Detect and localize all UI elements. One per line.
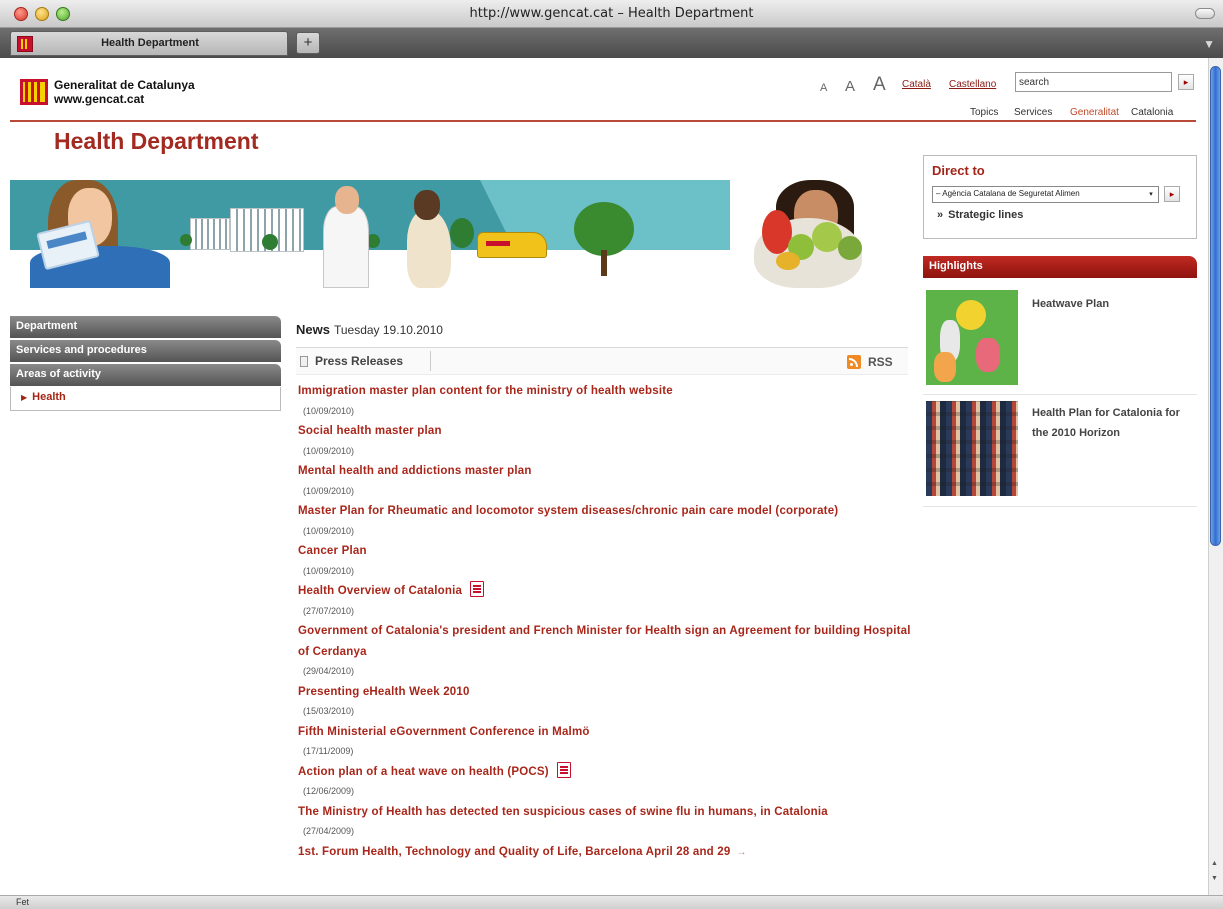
divider [923,506,1197,507]
list-item: Health Overview of Catalonia (27/07/2010… [298,581,913,621]
rss-icon[interactable] [847,355,861,369]
list-item: Social health master plan (10/09/2010) [298,421,913,461]
window-title: http://www.gencat.cat – Health Departmen… [469,6,754,21]
pdf-icon[interactable] [470,581,485,597]
news-link[interactable]: Action plan of a heat wave on health (PO… [298,766,549,778]
search-input[interactable] [1015,72,1172,92]
chevron-down-icon[interactable]: ▾ [1145,188,1157,201]
banner-image [10,180,910,288]
news-item-date: (10/09/2010) [303,405,355,416]
direct-to-go-button[interactable]: ▸ [1164,186,1180,202]
topnav-topics-link[interactable]: Topics [970,107,998,118]
logo-url[interactable]: www.gencat.cat [54,92,144,106]
status-bar [0,895,1223,909]
press-releases-tab[interactable]: Press Releases [315,354,403,368]
list-item: Mental health and addictions master plan… [298,461,913,501]
font-size-large-button[interactable]: A [873,74,886,96]
list-item: Government of Catalonia's president and … [298,621,913,682]
news-item-date: (29/04/2010) [303,666,355,676]
rss-link[interactable]: RSS [868,355,893,369]
tab-list-icon[interactable]: ▼ [1203,37,1215,51]
news-link[interactable]: Mental health and addictions master plan [298,465,532,477]
list-item: 1st. Forum Health, Technology and Qualit… [298,842,913,863]
nav-services-and-procedures[interactable]: Services and procedures [10,340,281,362]
highlights-heading: Highlights [923,256,1197,278]
font-size-medium-button[interactable]: A [845,78,855,95]
news-item-date: (10/09/2010) [303,525,355,536]
list-item: Fifth Ministerial eGovernment Conference… [298,722,913,762]
tab-label: Health Department [101,37,199,49]
logo-title[interactable]: Generalitat de Catalunya [54,78,195,92]
scroll-down-arrow-icon[interactable]: ▼ [1211,875,1218,882]
tab-health-department[interactable]: Health Department [10,31,288,56]
status-text: Fet [16,897,30,907]
nav-department[interactable]: Department [10,316,281,338]
language-castellano-link[interactable]: Castellano [949,79,996,90]
direct-to-select[interactable]: – Agència Catalana de Seguretat Alimen [932,186,1159,203]
list-item: Immigration master plan content for the … [298,381,913,421]
list-item: Presenting eHealth Week 2010 (15/03/2010… [298,682,913,722]
divider [923,394,1197,395]
news-link[interactable]: Master Plan for Rheumatic and locomotor … [298,505,838,517]
language-catala-link[interactable]: Català [902,79,931,90]
news-item-date: (10/09/2010) [303,485,355,496]
list-item: The Ministry of Health has detected ten … [298,802,913,842]
tab-divider [430,351,431,371]
triangle-right-icon: ▶ [21,393,28,402]
tab-bar: Health Department + ▼ [0,28,1223,58]
list-item: Cancer Plan (10/09/2010) [298,541,913,581]
news-item-date: (10/09/2010) [303,565,355,576]
news-link[interactable]: Presenting eHealth Week 2010 [298,686,470,698]
scroll-up-arrow-icon[interactable]: ▲ [1211,860,1218,867]
news-link[interactable]: Government of Catalonia's president and … [298,625,911,658]
list-item: Master Plan for Rheumatic and locomotor … [298,501,913,541]
news-item-date: (17/11/2009) [303,746,354,756]
news-link[interactable]: Immigration master plan content for the … [298,385,673,397]
nav-health[interactable]: ▶ Health [10,387,281,411]
news-date: Tuesday 19.10.2010 [333,323,443,337]
direct-to-title: Direct to [932,163,985,178]
health-plan-image[interactable] [926,401,1018,496]
news-item-date: (10/09/2010) [303,445,355,456]
topnav-generalitat-link[interactable]: Generalitat [1070,107,1119,118]
press-releases-list: Immigration master plan content for the … [298,381,913,862]
scrollbar-thumb[interactable] [1210,66,1221,546]
news-item-date: (12/06/2009) [303,786,355,796]
strategic-lines-link[interactable]: » Strategic lines [937,209,1023,221]
pdf-icon[interactable] [556,761,571,778]
highlight-link[interactable]: Heatwave Plan [1032,295,1192,314]
news-label: News [296,322,330,337]
window-titlebar: http://www.gencat.cat – Health Departmen… [0,0,1223,28]
font-size-small-button[interactable]: A [820,82,827,94]
highlight-link[interactable]: Health Plan for Catalonia for the 2010 H… [1032,403,1192,443]
news-link[interactable]: 1st. Forum Health, Technology and Qualit… [298,846,730,858]
news-item-date: (27/07/2010) [303,605,355,616]
document-icon [300,356,308,367]
topnav-catalonia-link[interactable]: Catalonia [1131,107,1173,118]
search-go-button[interactable]: ▸ [1178,74,1194,90]
double-chevron-right-icon: » [937,209,944,221]
news-heading: News Tuesday 19.10.2010 [296,322,443,337]
toolbar-toggle-button[interactable] [1195,8,1215,19]
new-tab-button[interactable]: + [296,32,320,54]
page-title: Health Department [54,128,259,154]
news-link[interactable]: Health Overview of Catalonia [298,585,462,597]
list-item: Action plan of a heat wave on health (PO… [298,761,913,802]
news-link[interactable]: The Ministry of Health has detected ten … [298,806,828,818]
news-link[interactable]: Social health master plan [298,425,442,437]
news-item-date: (15/03/2010) [303,706,355,716]
topnav-services-link[interactable]: Services [1014,107,1052,118]
header-divider [10,120,1196,122]
news-link[interactable]: Cancer Plan [298,545,367,557]
gencat-logo-icon[interactable] [20,79,48,105]
nav-health-label: Health [32,391,66,403]
news-link[interactable]: Fifth Ministerial eGovernment Conference… [298,726,590,738]
external-link-icon[interactable]: → [736,847,746,858]
nav-areas-of-activity[interactable]: Areas of activity [10,364,281,386]
news-item-date: (27/04/2009) [303,826,355,836]
heatwave-plan-image[interactable] [926,290,1018,385]
strategic-lines-label: Strategic lines [948,209,1024,221]
